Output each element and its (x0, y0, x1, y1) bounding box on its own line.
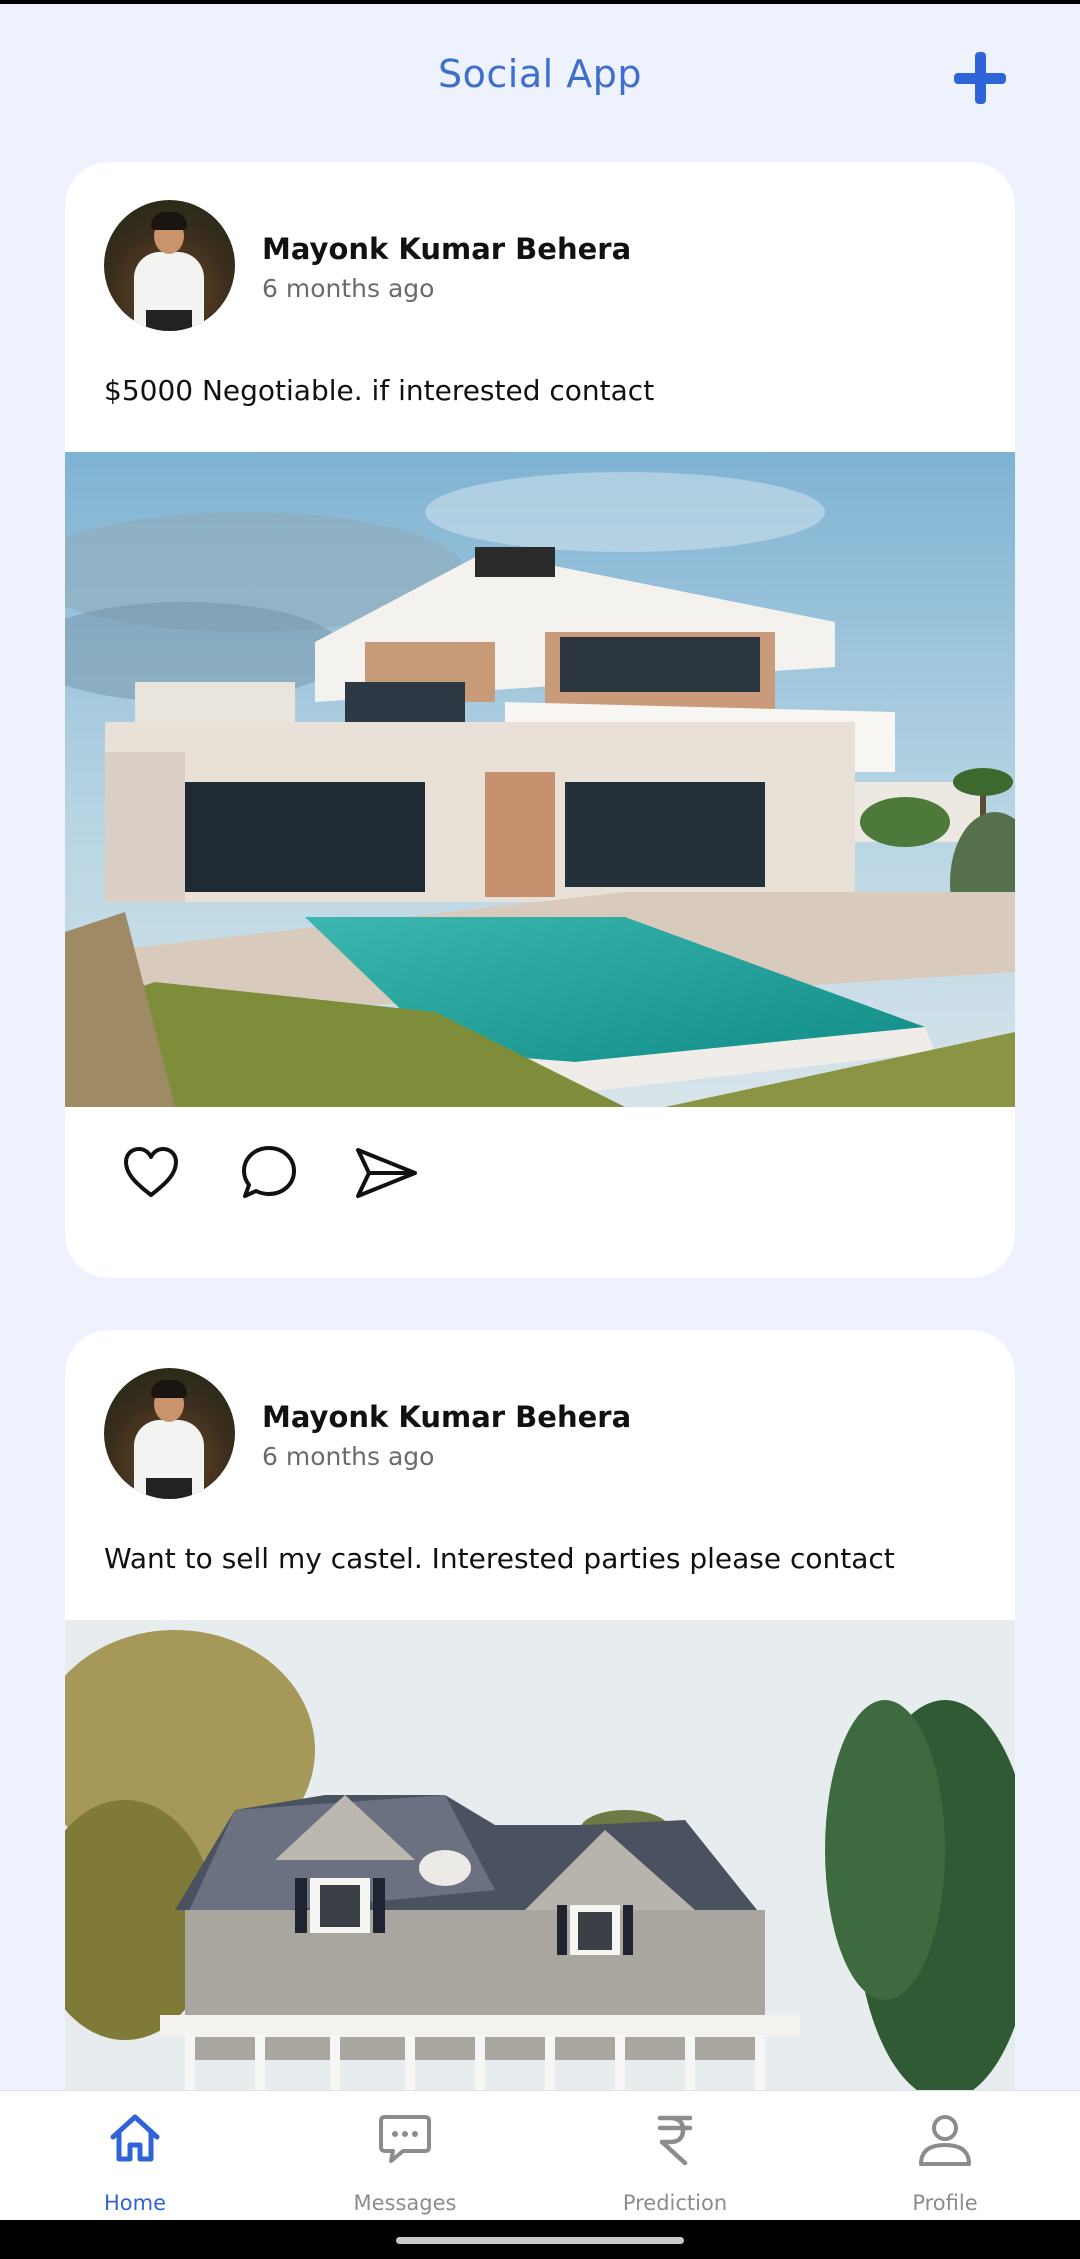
post-time: 6 months ago (262, 1442, 435, 1471)
post-image[interactable] (65, 452, 1015, 1107)
post-time: 6 months ago (262, 274, 435, 303)
post-author[interactable]: Mayonk Kumar Behera (262, 1400, 631, 1434)
avatar[interactable] (104, 200, 235, 331)
nav-item-messages[interactable]: Messages (270, 2091, 540, 2221)
home-icon (105, 2109, 165, 2169)
nav-label: Home (103, 2191, 166, 2215)
comment-icon[interactable] (236, 1140, 302, 1206)
post-text: Want to sell my castel. Interested parti… (104, 1542, 895, 1575)
add-post-button[interactable] (952, 50, 1008, 106)
feed[interactable]: Mayonk Kumar Behera 6 months ago $5000 N… (0, 0, 1080, 2090)
messages-icon (375, 2109, 435, 2169)
nav-label: Prediction (622, 2191, 728, 2215)
bottom-navigation: Home Messages Prediction Profile (0, 2090, 1080, 2221)
nav-label: Messages (353, 2191, 457, 2215)
post-text: $5000 Negotiable. if interested contact (104, 374, 655, 407)
heart-icon[interactable] (118, 1140, 184, 1206)
post-author[interactable]: Mayonk Kumar Behera (262, 232, 631, 266)
post-actions (65, 1140, 1015, 1220)
gesture-handle[interactable] (396, 2237, 684, 2244)
app-bar: Social App (0, 0, 1080, 150)
nav-item-prediction[interactable]: Prediction (540, 2091, 810, 2221)
post-card: Mayonk Kumar Behera 6 months ago Want to… (65, 1330, 1015, 2090)
nav-label: Profile (912, 2191, 978, 2215)
avatar[interactable] (104, 1368, 235, 1499)
rupee-icon (645, 2109, 705, 2169)
system-gesture-area (0, 2220, 1080, 2259)
nav-item-home[interactable]: Home (0, 2091, 270, 2221)
post-image[interactable] (65, 1620, 1015, 2090)
app-title: Social App (438, 52, 642, 96)
send-icon[interactable] (353, 1140, 419, 1206)
nav-item-profile[interactable]: Profile (810, 2091, 1080, 2221)
post-card: Mayonk Kumar Behera 6 months ago $5000 N… (65, 162, 1015, 1278)
profile-icon (915, 2109, 975, 2169)
